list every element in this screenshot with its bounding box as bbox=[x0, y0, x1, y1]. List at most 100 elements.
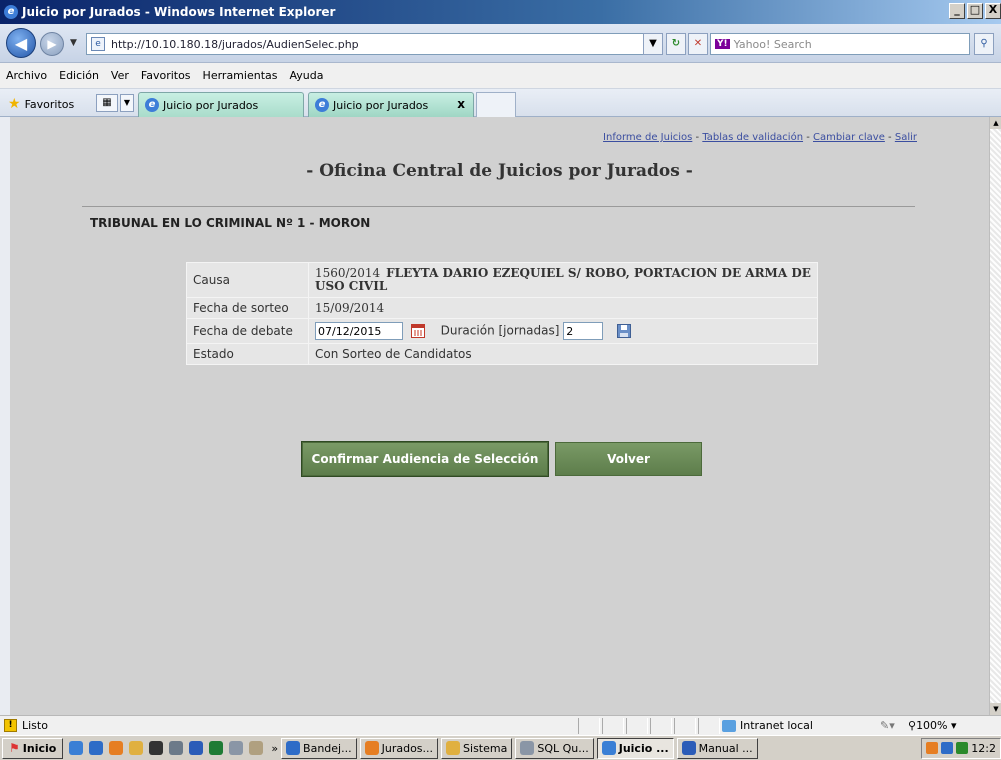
search-icon[interactable]: ⚲ bbox=[974, 33, 994, 55]
quicklaunch-misc-icon[interactable] bbox=[249, 741, 264, 755]
close-tab-icon[interactable]: x bbox=[457, 97, 465, 111]
search-input[interactable]: Y! Yahoo! Search bbox=[710, 33, 970, 55]
quick-tabs-icon[interactable]: ▦ bbox=[96, 94, 118, 112]
taskbar-item-bandeja[interactable]: Bandej... bbox=[281, 737, 357, 759]
close-window-button[interactable]: X bbox=[985, 3, 1001, 19]
scroll-up-icon[interactable]: ▲ bbox=[990, 117, 1001, 129]
table-row: Causa 1560/2014 FLEYTA DARIO EZEQUIEL S/ … bbox=[186, 262, 818, 298]
quicklaunch-ie-icon[interactable] bbox=[69, 741, 84, 755]
refresh-icon[interactable]: ↻ bbox=[666, 33, 686, 55]
menu-favoritos[interactable]: Favoritos bbox=[141, 69, 191, 82]
search-placeholder: Yahoo! Search bbox=[733, 37, 812, 51]
tab-list-dropdown-icon[interactable]: ▼ bbox=[120, 94, 134, 112]
status-text: Listo bbox=[22, 719, 48, 732]
link-tablas-validacion[interactable]: Tablas de validación bbox=[702, 132, 803, 143]
tab-label: Juicio por Jurados bbox=[163, 98, 259, 112]
link-informe-juicios[interactable]: Informe de Juicios bbox=[603, 132, 692, 143]
status-segment bbox=[674, 718, 696, 734]
tray-icon[interactable] bbox=[926, 742, 939, 754]
address-dropdown-icon[interactable]: ▼ bbox=[643, 33, 663, 55]
address-input[interactable]: e http://10.10.180.18/jurados/AudienSele… bbox=[86, 33, 663, 55]
star-icon: ★ bbox=[8, 96, 21, 112]
quicklaunch-cmd-icon[interactable] bbox=[149, 741, 164, 755]
maximize-button[interactable]: □ bbox=[967, 3, 983, 19]
history-dropdown-icon[interactable]: ▼ bbox=[70, 38, 77, 48]
favorites-button[interactable]: ★ Favoritos bbox=[8, 96, 74, 112]
start-label: Inicio bbox=[22, 741, 57, 755]
quicklaunch-word-icon[interactable] bbox=[189, 741, 204, 755]
back-nav-button[interactable]: ◀ bbox=[6, 28, 36, 58]
status-segment bbox=[578, 718, 600, 734]
table-row: Estado Con Sorteo de Candidatos bbox=[186, 343, 818, 365]
causa-number: 1560/2014 bbox=[315, 266, 381, 280]
status-segment bbox=[698, 718, 720, 734]
duracion-input[interactable] bbox=[563, 322, 604, 340]
chevron-more-icon[interactable]: » bbox=[271, 742, 278, 755]
zone-text: Intranet local bbox=[740, 719, 813, 732]
confirm-audiencia-button[interactable]: Confirmar Audiencia de Selección bbox=[301, 441, 549, 477]
warning-icon: ! bbox=[4, 719, 17, 732]
menu-ver[interactable]: Ver bbox=[111, 69, 129, 82]
taskbar-item-sql[interactable]: SQL Qu... bbox=[515, 737, 594, 759]
causa-label: Causa bbox=[186, 262, 309, 298]
causa-description: FLEYTA DARIO EZEQUIEL S/ ROBO, PORTACION… bbox=[315, 266, 811, 293]
link-separator: - bbox=[884, 132, 895, 143]
menu-herramientas[interactable]: Herramientas bbox=[203, 69, 278, 82]
quicklaunch-browser-icon[interactable] bbox=[89, 741, 104, 755]
start-button[interactable]: ⚑ Inicio bbox=[2, 737, 64, 759]
menu-edicion[interactable]: Edición bbox=[59, 69, 99, 82]
system-tray: 12:2 bbox=[921, 737, 1001, 759]
minimize-button[interactable]: _ bbox=[949, 3, 965, 19]
window-title-bar[interactable]: e Juicio por Jurados - Windows Internet … bbox=[0, 0, 1001, 24]
quicklaunch-folder-icon[interactable] bbox=[129, 741, 144, 755]
quicklaunch-firefox-icon[interactable] bbox=[109, 741, 124, 755]
scroll-down-icon[interactable]: ▼ bbox=[990, 703, 1001, 715]
link-salir[interactable]: Salir bbox=[895, 132, 917, 143]
vertical-scrollbar[interactable]: ▲ ▼ bbox=[989, 117, 1001, 715]
tab-juicio-1[interactable]: e Juicio por Jurados bbox=[138, 92, 304, 117]
ie-logo-icon: e bbox=[4, 5, 18, 19]
volver-button[interactable]: Volver bbox=[555, 442, 702, 476]
menu-archivo[interactable]: Archivo bbox=[6, 69, 47, 82]
firefox-icon bbox=[364, 741, 379, 755]
estado-label: Estado bbox=[186, 343, 309, 365]
clock: 12:2 bbox=[971, 741, 996, 755]
taskbar-label: SQL Qu... bbox=[537, 741, 589, 755]
security-zone[interactable]: Intranet local bbox=[722, 719, 813, 732]
calendar-icon[interactable] bbox=[410, 324, 425, 338]
taskbar-item-juicio[interactable]: Juicio ... bbox=[596, 737, 674, 759]
debate-date-input[interactable] bbox=[315, 322, 403, 340]
ie-icon bbox=[601, 741, 616, 755]
stop-icon[interactable]: ✕ bbox=[688, 33, 708, 55]
causa-value: 1560/2014 FLEYTA DARIO EZEQUIEL S/ ROBO, … bbox=[308, 262, 818, 298]
quicklaunch-app-icon[interactable] bbox=[169, 741, 184, 755]
menu-ayuda[interactable]: Ayuda bbox=[289, 69, 323, 82]
sql-icon bbox=[520, 741, 535, 755]
word-icon bbox=[681, 741, 696, 755]
save-icon[interactable] bbox=[617, 324, 632, 338]
case-info-table: Causa 1560/2014 FLEYTA DARIO EZEQUIEL S/ … bbox=[186, 262, 818, 365]
link-separator: - bbox=[803, 132, 813, 143]
debate-controls: Duración [jornadas] bbox=[308, 318, 818, 344]
taskbar-item-jurados[interactable]: Jurados... bbox=[359, 737, 439, 759]
taskbar-item-sistema[interactable]: Sistema bbox=[441, 737, 513, 759]
tab-juicio-2[interactable]: e Juicio por Jurados x bbox=[308, 92, 474, 117]
taskbar-label: Jurados... bbox=[381, 741, 434, 755]
quicklaunch-excel-icon[interactable] bbox=[209, 741, 224, 755]
link-separator: - bbox=[692, 132, 703, 143]
taskbar-label: Sistema bbox=[463, 741, 508, 755]
table-row: Fecha de debate Duración [jornadas] bbox=[186, 318, 818, 344]
link-cambiar-clave[interactable]: Cambiar clave bbox=[813, 132, 885, 143]
forward-nav-button[interactable]: ▶ bbox=[40, 32, 64, 56]
tray-icon[interactable] bbox=[941, 742, 954, 754]
tray-icon[interactable] bbox=[956, 742, 969, 754]
sorteo-value: 15/09/2014 bbox=[308, 297, 818, 319]
quicklaunch-sql-icon[interactable] bbox=[229, 741, 244, 755]
ie-tab-icon: e bbox=[315, 98, 329, 112]
ie-tab-icon: e bbox=[145, 98, 159, 112]
taskbar-item-manual[interactable]: Manual ... bbox=[676, 737, 758, 759]
sorteo-label: Fecha de sorteo bbox=[186, 297, 309, 319]
zoom-level[interactable]: ⚲100% ▾ bbox=[908, 719, 957, 732]
protected-mode-icon[interactable]: ✎▾ bbox=[880, 719, 895, 732]
new-tab-button[interactable] bbox=[476, 92, 516, 117]
